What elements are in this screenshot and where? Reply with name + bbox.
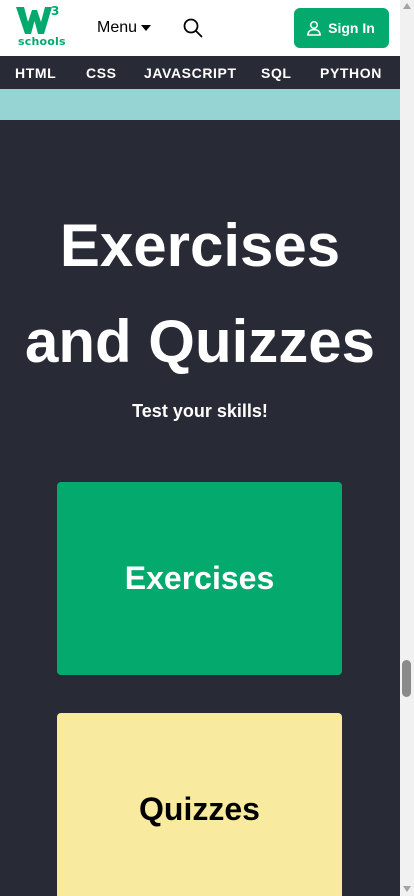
sign-in-button[interactable]: Sign In xyxy=(294,8,389,48)
search-button[interactable] xyxy=(182,17,204,39)
quizzes-card-label: Quizzes xyxy=(139,791,260,827)
nav-item-css[interactable]: CSS xyxy=(86,65,117,81)
nav-item-html[interactable]: HTML xyxy=(15,65,56,81)
scroll-down-arrow-icon[interactable] xyxy=(403,886,411,892)
logo-superscript: 3 xyxy=(51,4,60,18)
hero-title: Exercises and Quizzes xyxy=(0,198,400,390)
w3-logo-icon xyxy=(16,7,52,34)
scrollbar[interactable] xyxy=(400,0,414,896)
nav-item-sql[interactable]: SQL xyxy=(261,65,292,81)
nav-item-javascript[interactable]: JAVASCRIPT xyxy=(144,65,237,81)
sign-in-label: Sign In xyxy=(328,20,375,36)
quizzes-card[interactable]: Quizzes xyxy=(57,713,342,896)
caret-down-icon xyxy=(141,25,152,31)
language-nav: HTML CSS JAVASCRIPT SQL PYTHON xyxy=(0,56,400,89)
logo-text: schools xyxy=(18,35,66,48)
hero-subtitle: Test your skills! xyxy=(132,401,268,421)
exercises-card[interactable]: Exercises xyxy=(57,482,342,675)
scroll-up-arrow-icon[interactable] xyxy=(403,3,411,9)
search-icon xyxy=(183,18,203,38)
teal-banner-strip xyxy=(0,89,400,120)
menu-button[interactable]: Menu xyxy=(97,18,152,38)
user-icon xyxy=(307,20,322,36)
hero-title-line2: and Quizzes xyxy=(24,308,376,375)
w3schools-logo[interactable]: 3 schools xyxy=(16,4,66,50)
exercises-card-label: Exercises xyxy=(124,560,275,596)
hero-title-line1: Exercises xyxy=(59,212,341,279)
scroll-thumb[interactable] xyxy=(402,660,411,697)
nav-item-python[interactable]: PYTHON xyxy=(320,65,382,81)
top-header: 3 schools Menu Sign In xyxy=(0,0,400,56)
menu-label: Menu xyxy=(97,19,138,36)
